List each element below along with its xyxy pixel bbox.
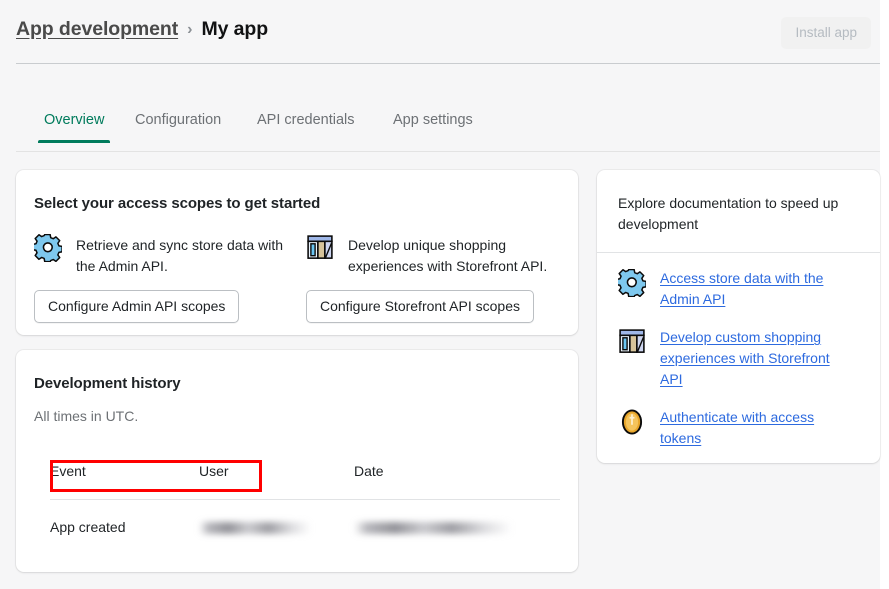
tab-active-indicator [38,140,111,143]
tab-api-credentials[interactable]: API credentials [257,112,355,128]
cell-user [199,519,311,535]
doc-link-access-tokens-label[interactable]: Authenticate with access tokens [660,407,850,449]
cell-event: App created [50,519,126,535]
development-history-title: Development history [34,375,181,392]
column-header-user: User [199,463,229,479]
tab-app-settings-label: App settings [393,112,473,128]
breadcrumb-link-app-development[interactable]: App development [16,18,178,41]
tab-configuration-label: Configuration [135,112,222,128]
configure-admin-api-scopes-button[interactable]: Configure Admin API scopes [34,290,240,323]
tab-overview[interactable]: Overview [38,112,111,143]
tab-app-settings[interactable]: App settings [393,112,473,128]
doc-link-access-tokens[interactable]: Authenticate with access tokens [618,407,866,449]
header-divider [16,63,880,64]
page-header: App development › My app Install app [0,0,880,64]
doc-link-storefront-api-label[interactable]: Develop custom shopping experiences with… [660,327,850,390]
tab-bar: Overview Configuration API credentials A… [16,112,880,152]
admin-api-scope-option: Retrieve and sync store data with the Ad… [34,234,290,277]
doc-link-storefront-api[interactable]: Develop custom shopping experiences with… [618,327,866,390]
documentation-links-list: Access store data with the Admin API Dev… [618,268,866,466]
tab-overview-label: Overview [44,112,105,128]
cell-date [354,519,512,535]
column-header-event: Event [50,463,86,479]
documentation-divider [597,252,880,253]
table-header-row: Event User Date [50,463,560,500]
app-overview-page: App development › My app Install app Ove… [0,0,889,589]
table-row: App created [50,499,560,549]
chevron-right-icon: › [187,21,193,38]
page-right-gutter [880,0,889,589]
breadcrumb: App development › My app [16,18,268,41]
access-scopes-card: Select your access scopes to get started… [16,170,578,492]
development-history-table: Event User Date App created [50,463,560,549]
gear-icon [618,269,646,297]
doc-link-admin-api[interactable]: Access store data with the Admin API [618,268,866,310]
install-app-button[interactable]: Install app [781,17,871,49]
token-icon [621,409,643,435]
gear-icon [34,234,62,262]
storefront-api-scope-description: Develop unique shopping experiences with… [348,237,548,274]
documentation-card: Explore documentation to speed up develo… [597,170,880,463]
storefront-icon [619,329,645,353]
tab-bar-baseline [16,151,880,152]
development-history-subtitle: All times in UTC. [34,408,139,424]
redacted-user-value [199,522,311,535]
doc-link-admin-api-label[interactable]: Access store data with the Admin API [660,268,850,310]
tab-api-credentials-label: API credentials [257,112,355,128]
storefront-icon [307,235,333,259]
tab-configuration[interactable]: Configuration [135,112,221,128]
storefront-api-scope-option: Develop unique shopping experiences with… [306,234,568,277]
page-title: My app [201,18,269,40]
redacted-date-value [354,522,512,535]
development-history-card: Development history All times in UTC. Ev… [16,350,578,572]
column-header-date: Date [354,463,384,479]
access-scopes-title: Select your access scopes to get started [34,195,321,212]
configure-storefront-api-scopes-button[interactable]: Configure Storefront API scopes [306,290,534,323]
documentation-heading: Explore documentation to speed up develo… [618,195,839,232]
admin-api-scope-description: Retrieve and sync store data with the Ad… [76,237,283,274]
